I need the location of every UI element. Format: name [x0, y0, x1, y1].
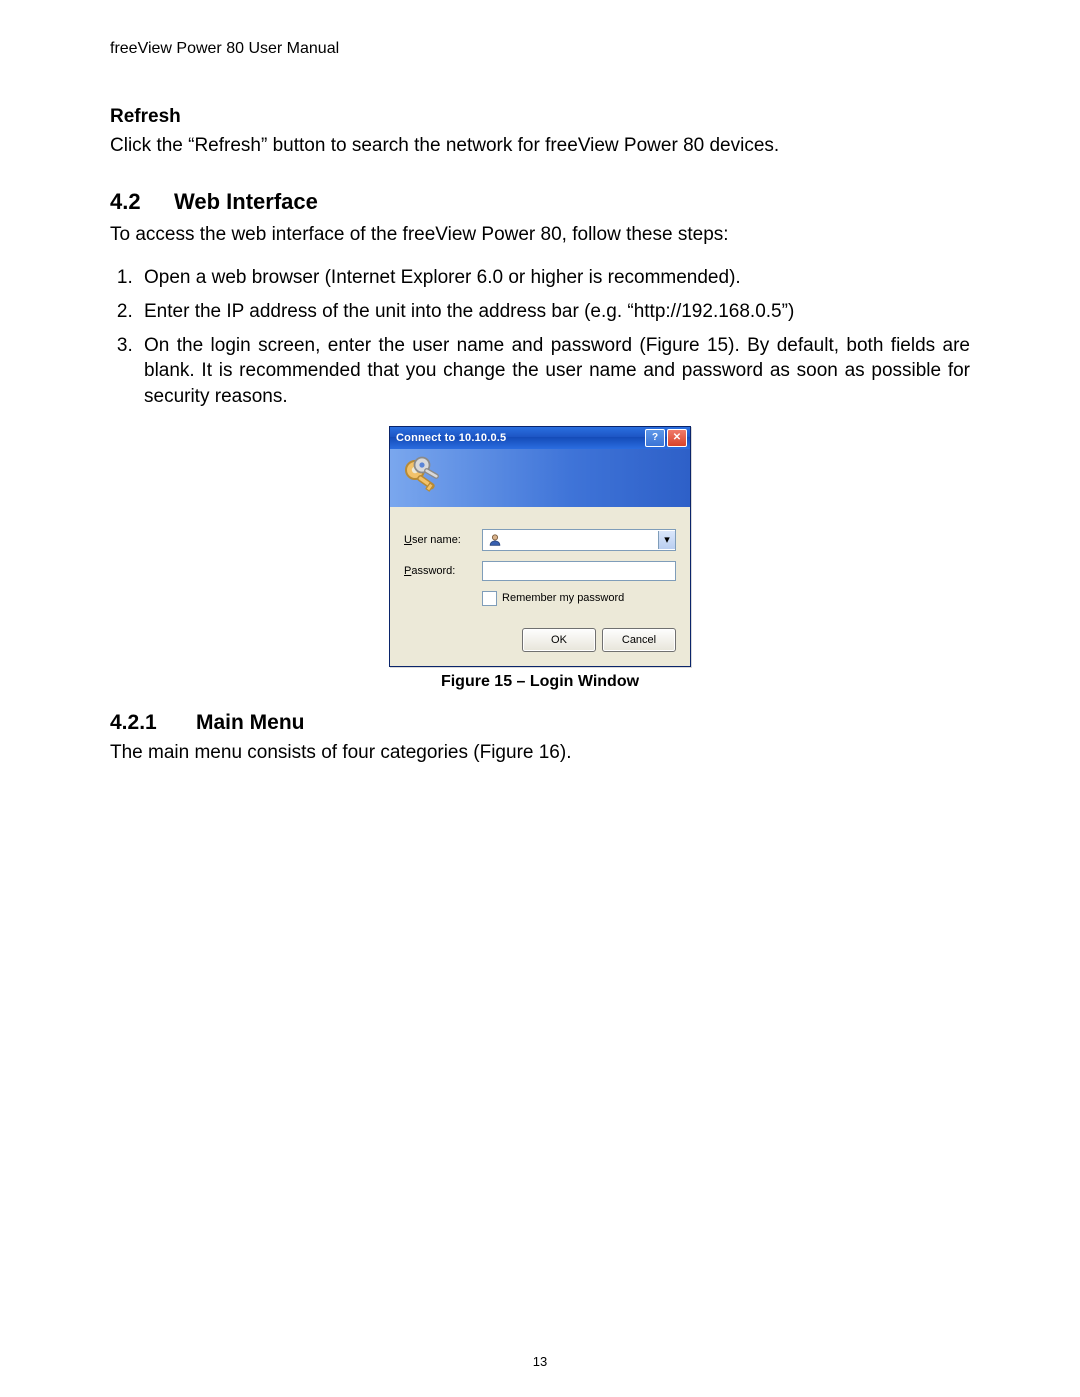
section-4-2-heading: 4.2 Web Interface: [110, 189, 970, 215]
dialog-body: User name: ▾: [390, 507, 690, 666]
dialog-title: Connect to 10.10.0.5: [396, 432, 643, 444]
remember-checkbox[interactable]: [482, 591, 497, 606]
dialog-titlebar: Connect to 10.10.0.5 ? ✕: [390, 427, 690, 449]
section-4-2-intro: To access the web interface of the freeV…: [110, 223, 970, 248]
subsection-number: 4.2.1: [110, 711, 196, 735]
person-icon: [487, 532, 503, 548]
figure-caption: Figure 15 – Login Window: [441, 673, 639, 691]
password-label: Password:: [404, 565, 482, 577]
section-4-2-1-heading: 4.2.1 Main Menu: [110, 711, 970, 735]
running-header: freeView Power 80 User Manual: [110, 40, 970, 58]
step-item: Open a web browser (Internet Explorer 6.…: [138, 265, 970, 291]
password-input[interactable]: [482, 561, 676, 581]
steps-list: Open a web browser (Internet Explorer 6.…: [110, 265, 970, 409]
step-item: Enter the IP address of the unit into th…: [138, 299, 970, 325]
section-number: 4.2: [110, 189, 174, 215]
subsection-title: Main Menu: [196, 711, 305, 735]
refresh-text: Click the “Refresh” button to search the…: [110, 134, 970, 159]
username-input[interactable]: ▾: [482, 529, 676, 551]
figure-15: Connect to 10.10.0.5 ? ✕: [110, 426, 970, 691]
dialog-banner: [390, 449, 690, 507]
section-4-2-1-text: The main menu consists of four categorie…: [110, 741, 970, 766]
remember-label: Remember my password: [502, 592, 624, 604]
refresh-heading: Refresh: [110, 106, 970, 128]
cancel-button[interactable]: Cancel: [602, 628, 676, 652]
username-label: User name:: [404, 534, 482, 546]
help-button[interactable]: ?: [645, 429, 665, 447]
close-button[interactable]: ✕: [667, 429, 687, 447]
ok-button[interactable]: OK: [522, 628, 596, 652]
chevron-down-icon[interactable]: ▾: [658, 531, 675, 549]
section-title: Web Interface: [174, 189, 318, 215]
keys-icon: [400, 455, 446, 501]
login-dialog: Connect to 10.10.0.5 ? ✕: [389, 426, 691, 667]
step-item: On the login screen, enter the user name…: [138, 333, 970, 410]
page-number: 13: [0, 1354, 1080, 1369]
